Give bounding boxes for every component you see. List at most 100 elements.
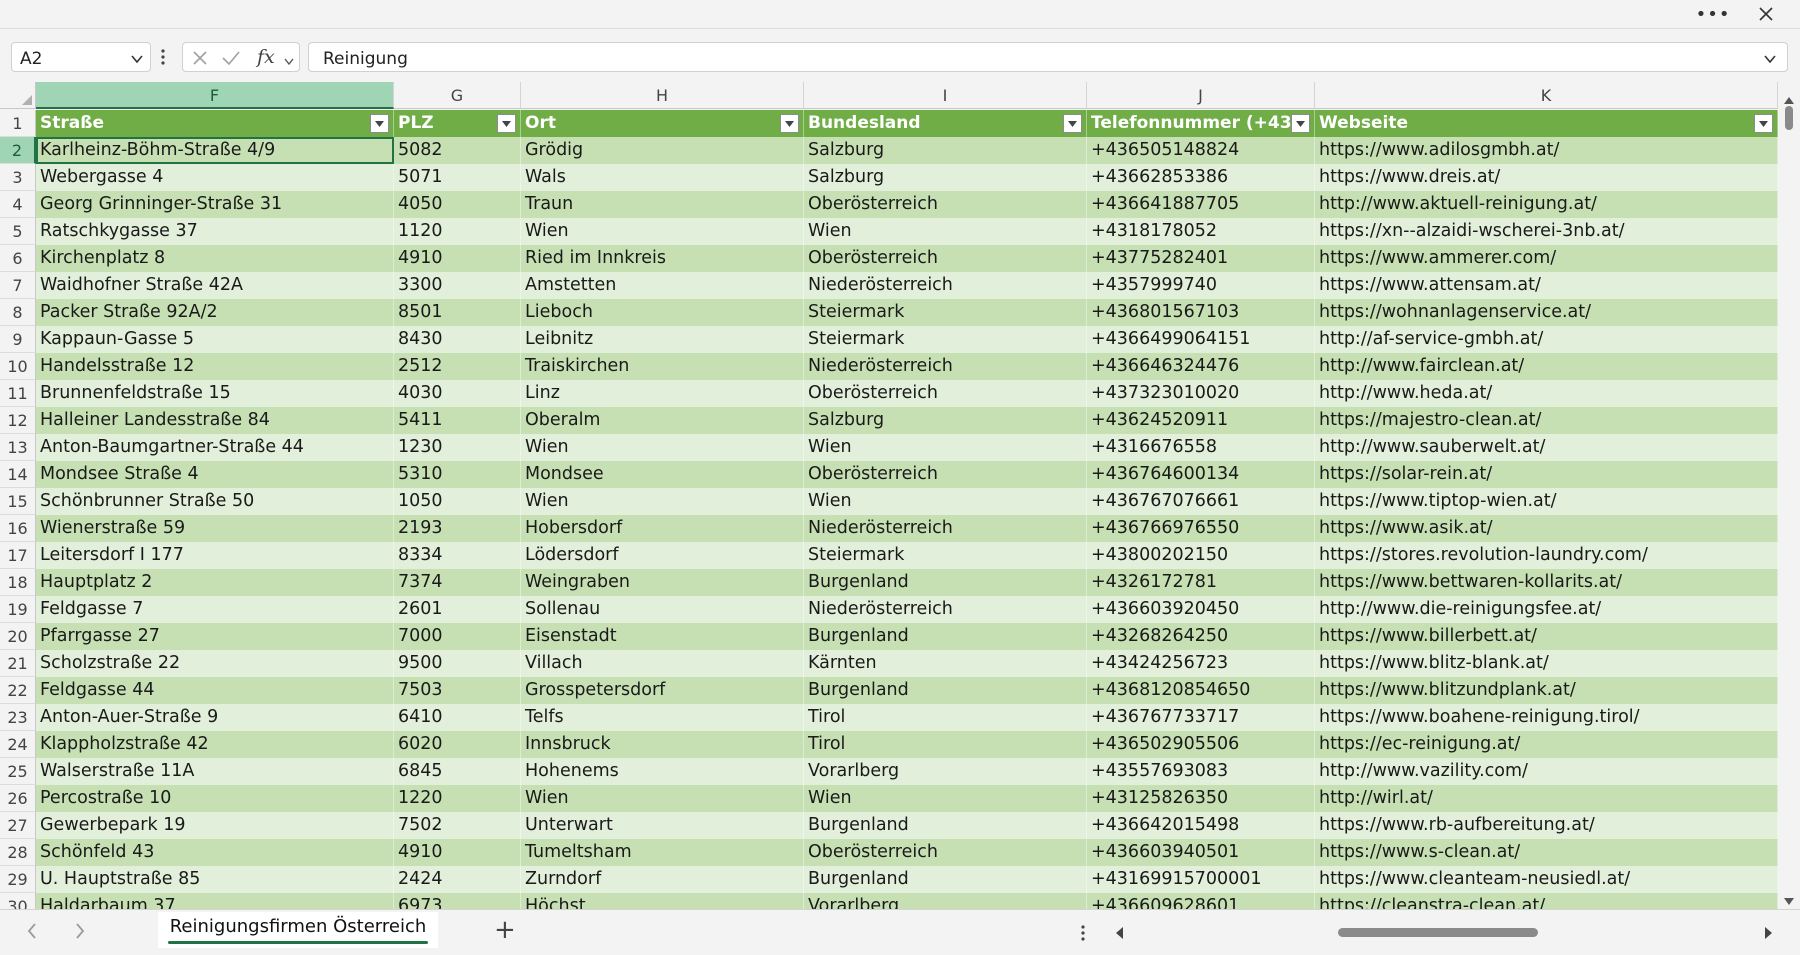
table-cell[interactable]: Ratschkygasse 37 [36,218,394,245]
table-cell[interactable]: Grödig [521,137,804,164]
table-cell[interactable]: +4368120854650 [1087,677,1315,704]
table-cell[interactable]: 7000 [394,623,521,650]
table-cell[interactable]: +4316676558 [1087,434,1315,461]
table-cell[interactable]: Burgenland [804,866,1087,893]
table-cell[interactable]: 1220 [394,785,521,812]
table-cell[interactable]: Walserstraße 11A [36,758,394,785]
table-cell[interactable]: 6845 [394,758,521,785]
table-cell[interactable]: 6973 [394,893,521,909]
cancel-icon[interactable] [191,49,209,71]
row-number[interactable]: 9 [0,326,36,353]
filter-dropdown-icon[interactable] [497,114,516,133]
row-number[interactable]: 1 [0,110,36,137]
table-cell[interactable]: +4357999740 [1087,272,1315,299]
table-cell[interactable]: Sollenau [521,596,804,623]
vertical-more-icon[interactable] [160,48,168,68]
header-cell[interactable]: Telefonnummer (+43) [1087,110,1315,137]
row-number[interactable]: 7 [0,272,36,299]
row-number[interactable]: 13 [0,434,36,461]
row-number[interactable]: 11 [0,380,36,407]
table-cell[interactable]: https://www.blitzundplank.at/ [1315,677,1778,704]
horizontal-scrollbar[interactable] [1108,922,1778,942]
table-cell[interactable]: Georg Grinninger-Straße 31 [36,191,394,218]
table-cell[interactable]: Niederösterreich [804,515,1087,542]
column-header-g[interactable]: G [394,82,521,109]
table-cell[interactable]: Oberösterreich [804,380,1087,407]
select-all-corner[interactable] [0,82,36,109]
table-cell[interactable]: Scholzstraße 22 [36,650,394,677]
table-cell[interactable]: Burgenland [804,677,1087,704]
table-cell[interactable]: Wien [804,218,1087,245]
table-cell[interactable]: Wien [804,434,1087,461]
table-cell[interactable]: Grosspetersdorf [521,677,804,704]
table-cell[interactable]: 7503 [394,677,521,704]
table-cell[interactable]: 7502 [394,812,521,839]
table-cell[interactable]: 9500 [394,650,521,677]
table-cell[interactable]: 5411 [394,407,521,434]
row-number[interactable]: 5 [0,218,36,245]
column-header-f[interactable]: F [36,82,394,109]
table-cell[interactable]: 1120 [394,218,521,245]
table-cell[interactable]: https://majestro-clean.at/ [1315,407,1778,434]
row-number[interactable]: 29 [0,866,36,893]
table-cell[interactable]: Tirol [804,731,1087,758]
table-cell[interactable]: https://www.ammerer.com/ [1315,245,1778,272]
table-cell[interactable]: Eisenstadt [521,623,804,650]
more-options-icon[interactable]: ••• [1696,0,1730,28]
table-cell[interactable]: Lieboch [521,299,804,326]
table-cell[interactable]: https://www.bettwaren-kollarits.at/ [1315,569,1778,596]
row-number[interactable]: 25 [0,758,36,785]
table-cell[interactable]: https://www.dreis.at/ [1315,164,1778,191]
chevron-down-icon[interactable] [130,51,144,70]
table-cell[interactable]: Oberösterreich [804,245,1087,272]
table-cell[interactable]: +436505148824 [1087,137,1315,164]
filter-dropdown-icon[interactable] [1291,114,1310,133]
table-cell[interactable]: https://stores.revolution-laundry.com/ [1315,542,1778,569]
function-icon[interactable]: fx [257,46,275,68]
table-cell[interactable]: Vorarlberg [804,893,1087,909]
table-cell[interactable]: https://www.adilosgmbh.at/ [1315,137,1778,164]
filter-dropdown-icon[interactable] [780,114,799,133]
table-cell[interactable]: Telfs [521,704,804,731]
table-cell[interactable]: 4910 [394,245,521,272]
table-cell[interactable]: Tirol [804,704,1087,731]
row-number[interactable]: 14 [0,461,36,488]
table-cell[interactable]: +43424256723 [1087,650,1315,677]
table-cell[interactable]: 5310 [394,461,521,488]
table-cell[interactable]: Traun [521,191,804,218]
table-cell[interactable]: http://www.aktuell-reinigung.at/ [1315,191,1778,218]
table-cell[interactable]: +436764600134 [1087,461,1315,488]
table-cell[interactable]: Karlheinz-Böhm-Straße 4/9 [36,137,394,164]
table-cell[interactable]: Kappaun-Gasse 5 [36,326,394,353]
table-cell[interactable]: Oberösterreich [804,461,1087,488]
table-cell[interactable]: +436766976550 [1087,515,1315,542]
spreadsheet-grid[interactable]: FGHIJK 1 Straße PLZ Ort Bundesland Telefonnum… [0,82,1778,909]
table-cell[interactable]: Mondsee [521,461,804,488]
table-cell[interactable]: Haldarbaum 37 [36,893,394,909]
table-cell[interactable]: Leibnitz [521,326,804,353]
table-cell[interactable]: 1230 [394,434,521,461]
table-cell[interactable]: Wien [521,434,804,461]
filter-dropdown-icon[interactable] [1754,114,1773,133]
chevron-down-icon[interactable] [283,52,295,71]
table-cell[interactable]: Schönbrunner Straße 50 [36,488,394,515]
header-cell[interactable]: Bundesland [804,110,1087,137]
table-cell[interactable]: 4050 [394,191,521,218]
table-cell[interactable]: https://wohnanlagenservice.at/ [1315,299,1778,326]
row-number[interactable]: 12 [0,407,36,434]
header-cell[interactable]: Straße [36,110,394,137]
table-cell[interactable]: Kirchenplatz 8 [36,245,394,272]
table-cell[interactable]: https://xn--alzaidi-wscherei-3nb.at/ [1315,218,1778,245]
table-cell[interactable]: Wien [521,488,804,515]
table-cell[interactable]: Weingraben [521,569,804,596]
table-cell[interactable]: +4366499064151 [1087,326,1315,353]
table-cell[interactable]: Wien [804,488,1087,515]
table-cell[interactable]: https://ec-reinigung.at/ [1315,731,1778,758]
table-cell[interactable]: 8430 [394,326,521,353]
table-cell[interactable]: Linz [521,380,804,407]
table-cell[interactable]: http://af-service-gmbh.at/ [1315,326,1778,353]
table-cell[interactable]: Oberalm [521,407,804,434]
table-cell[interactable]: 2424 [394,866,521,893]
table-cell[interactable]: Salzburg [804,137,1087,164]
table-cell[interactable]: Halleiner Landesstraße 84 [36,407,394,434]
